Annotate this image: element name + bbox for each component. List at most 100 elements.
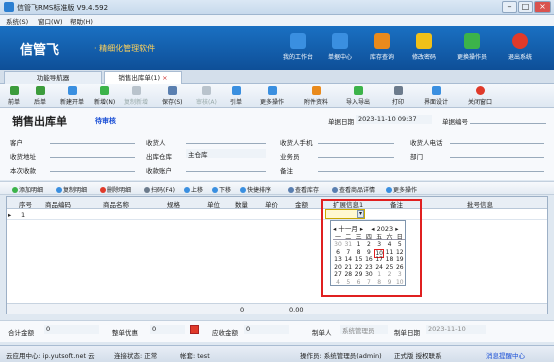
col-header[interactable]: 单价 xyxy=(265,199,278,209)
minimize-button[interactable]: – xyxy=(502,1,517,13)
add-detail-button[interactable]: 添加明细 xyxy=(12,185,43,194)
maker-field: 系统管理员 xyxy=(340,325,388,335)
edition-status[interactable]: 正式版 授权联系 xyxy=(394,350,442,360)
audit-button[interactable]: 审核(A) xyxy=(196,86,217,106)
down-arrow-icon xyxy=(212,187,218,193)
tab-navigator[interactable]: 功能导航器 xyxy=(4,71,102,84)
account-field[interactable] xyxy=(186,163,266,172)
remark-field[interactable] xyxy=(318,163,544,172)
receiver-tel-label: 收货人电话 xyxy=(410,139,443,147)
prev-doc-button[interactable]: 前单 xyxy=(8,86,20,106)
close-button[interactable]: × xyxy=(534,1,551,13)
cloud-status[interactable]: 云应用中心: ip.yutsoft.net 云 xyxy=(6,350,95,360)
logo: 信管飞 xyxy=(20,43,60,58)
make-date-label: 制单日期 xyxy=(394,329,420,337)
exit-system-button[interactable]: 退出系统 xyxy=(500,33,540,61)
exit-icon xyxy=(512,33,528,49)
more-ops-detail-button[interactable]: 更多操作 xyxy=(386,185,417,194)
printer-icon xyxy=(393,86,403,95)
more-ops-button[interactable]: 更多操作 xyxy=(260,86,284,106)
form-body: 客户 收货人 收货人手机 收货人电话 收货地址 出库仓库 主仓库 业务员 部门 … xyxy=(0,132,554,180)
customer-label: 客户 xyxy=(10,139,23,147)
scan-button[interactable]: 扫码(F4) xyxy=(144,185,175,194)
discount-field[interactable]: 0 xyxy=(150,325,185,334)
col-header[interactable]: 数量 xyxy=(235,199,248,209)
col-header[interactable]: 单位 xyxy=(207,199,220,209)
row-number: 1 xyxy=(21,211,26,219)
message-center-link[interactable]: 消息提醒中心 xyxy=(486,350,525,360)
table-row[interactable]: ▸ 1 xyxy=(7,209,547,220)
table-icon xyxy=(288,187,294,193)
copy-detail-button[interactable]: 复制明细 xyxy=(56,185,87,194)
maker-label: 制单人 xyxy=(312,329,332,337)
move-down-button[interactable]: 下移 xyxy=(212,185,231,194)
doc-no-field[interactable] xyxy=(470,115,546,124)
operator-status: 操作员: 系统管理员(admin) xyxy=(300,352,382,360)
document-center-button[interactable]: 单据中心 xyxy=(320,33,360,61)
workbench-button[interactable]: 我的工作台 xyxy=(278,33,318,61)
title-bar: 信管飞RMS标准版 V9.4.592 – □ × xyxy=(0,0,554,15)
import-export-button[interactable]: 导入导出 xyxy=(346,86,370,106)
app-icon xyxy=(4,2,14,12)
view-stock-button[interactable]: 查看库存 xyxy=(288,185,319,194)
new-doc-button[interactable]: 新建开单 xyxy=(60,86,84,106)
receiver-field[interactable] xyxy=(186,135,266,144)
menu-help[interactable]: 帮助(H) xyxy=(70,16,93,26)
quick-sort-button[interactable]: 快捷排序 xyxy=(240,185,271,194)
close-tab-icon[interactable]: × xyxy=(162,74,167,82)
sort-icon xyxy=(240,187,246,193)
col-header[interactable]: 序号 xyxy=(19,199,32,209)
copy-add-button[interactable]: 复制新增 xyxy=(124,86,148,106)
save-button[interactable]: 保存(S) xyxy=(162,86,183,106)
chevron-down-icon xyxy=(386,187,392,193)
receiver-label: 收货人 xyxy=(146,139,166,147)
receipt-field[interactable] xyxy=(50,163,135,172)
slogan: · 精细化管理软件 xyxy=(94,44,156,53)
maximize-button[interactable]: □ xyxy=(518,1,533,13)
change-password-button[interactable]: 修改密码 xyxy=(404,33,444,61)
up-arrow-icon xyxy=(184,187,190,193)
stock-query-button[interactable]: 库存查询 xyxy=(362,33,402,61)
date-field[interactable]: 2023-11-10 09:37 xyxy=(356,115,432,124)
dept-field[interactable] xyxy=(450,149,544,158)
view-product-button[interactable]: 查看商品详情 xyxy=(332,185,375,194)
new-icon xyxy=(67,86,77,95)
receiver-phone-field[interactable] xyxy=(318,135,394,144)
design-icon xyxy=(431,86,441,95)
move-up-button[interactable]: 上移 xyxy=(184,185,203,194)
receiver-tel-field[interactable] xyxy=(450,135,544,144)
design-button[interactable]: 界面设计 xyxy=(424,86,448,106)
menu-system[interactable]: 系统(S) xyxy=(6,16,28,26)
warehouse-select[interactable]: 主仓库 xyxy=(186,149,266,159)
next-doc-button[interactable]: 后单 xyxy=(34,86,46,106)
col-header[interactable]: 商品名称 xyxy=(103,199,129,209)
discount-calc-icon[interactable] xyxy=(190,325,199,334)
import-doc-button[interactable]: 引单 xyxy=(230,86,242,106)
col-header[interactable]: 规格 xyxy=(167,199,180,209)
attachment-button[interactable]: 附件资料 xyxy=(304,86,328,106)
customer-field[interactable] xyxy=(50,135,135,144)
address-field[interactable] xyxy=(50,149,135,158)
total-label: 合计金额 xyxy=(8,329,34,337)
import-icon xyxy=(231,86,241,95)
warehouse-icon xyxy=(374,33,390,49)
monitor-icon xyxy=(290,33,306,49)
tab-sales-outbound[interactable]: 销售出库单(1) × xyxy=(104,71,182,84)
col-header[interactable]: 金额 xyxy=(295,199,308,209)
toolbar: 前单 后单 新建开单 新增(N) 复制新增 保存(S) 审核(A) 引单 更多操… xyxy=(0,84,554,108)
add-button[interactable]: 新增(N) xyxy=(94,86,115,106)
page-title: 销售出库单 xyxy=(12,115,67,128)
connection-status: 连接状态: 正常 xyxy=(114,352,158,360)
grid-footer: 0 0.00 xyxy=(7,303,547,314)
menu-window[interactable]: 窗口(W) xyxy=(38,16,63,26)
switch-operator-button[interactable]: 更换操作员 xyxy=(452,33,492,61)
salesman-field[interactable] xyxy=(318,149,394,158)
address-label: 收货地址 xyxy=(10,153,36,161)
close-window-button[interactable]: 关闭窗口 xyxy=(468,86,492,106)
col-header[interactable]: 商品编码 xyxy=(45,199,71,209)
plus-icon xyxy=(12,187,18,193)
col-header[interactable]: 批号信息 xyxy=(467,199,493,209)
delete-detail-button[interactable]: 删除明细 xyxy=(100,185,131,194)
print-button[interactable]: 打印 xyxy=(392,86,404,106)
user-icon xyxy=(464,33,480,49)
